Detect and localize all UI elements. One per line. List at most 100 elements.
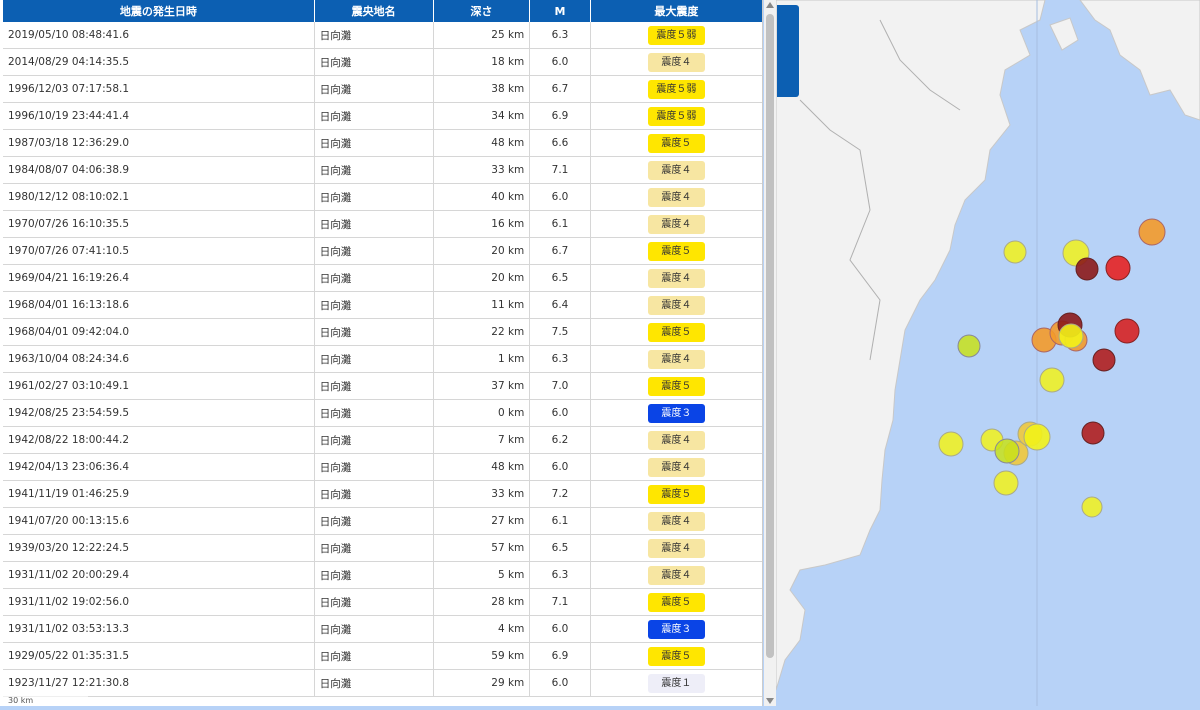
cell-date: 1942/04/13 23:06:36.4 [3,453,315,481]
cell-depth: 22 km [433,318,531,346]
table-row[interactable]: 1987/03/18 12:36:29.0 日向灘 48 km 6.6 震度５ [3,129,762,157]
cell-place: 日向灘 [314,210,434,238]
scroll-up-icon[interactable] [766,2,774,8]
scroll-down-icon[interactable] [766,698,774,704]
table-row[interactable]: 1931/11/02 20:00:29.4 日向灘 5 km 6.3 震度４ [3,561,762,589]
cell-depth: 1 km [433,345,531,373]
intensity-badge: 震度４ [647,268,705,288]
cell-intensity: 震度３ [590,615,762,643]
quake-marker[interactable] [957,334,981,358]
table-row[interactable]: 1931/11/02 03:53:13.3 日向灘 4 km 6.0 震度３ [3,615,762,643]
quake-marker[interactable] [1114,318,1140,344]
cell-place: 日向灘 [314,345,434,373]
quake-marker[interactable] [1081,421,1105,445]
quake-marker[interactable] [1092,348,1116,372]
cell-intensity: 震度５ [590,318,762,346]
cell-place: 日向灘 [314,399,434,427]
cell-magnitude: 6.0 [529,669,591,697]
cell-date: 1980/12/12 08:10:02.1 [3,183,315,211]
cell-date: 1968/04/01 16:13:18.6 [3,291,315,319]
cell-intensity: 震度４ [590,345,762,373]
table-row[interactable]: 1968/04/01 16:13:18.6 日向灘 11 km 6.4 震度４ [3,291,762,319]
table-row[interactable]: 1961/02/27 03:10:49.1 日向灘 37 km 7.0 震度５ [3,372,762,400]
intensity-badge: 震度４ [647,295,705,315]
cell-place: 日向灘 [314,642,434,670]
cell-intensity: 震度４ [590,426,762,454]
scroll-thumb[interactable] [766,14,774,658]
panel-toggle-button[interactable] [777,5,799,97]
quake-marker[interactable] [993,470,1019,496]
intensity-badge: 震度５弱 [647,106,705,126]
quake-marker[interactable] [1058,323,1084,349]
cell-magnitude: 6.3 [529,345,591,373]
table-row[interactable]: 1970/07/26 07:41:10.5 日向灘 20 km 6.7 震度５ [3,237,762,265]
table-row[interactable]: 1931/11/02 19:02:56.0 日向灘 28 km 7.1 震度５ [3,588,762,616]
cell-magnitude: 6.4 [529,291,591,319]
column-header-place[interactable]: 震央地名 [314,0,434,22]
quake-marker[interactable] [1138,218,1166,246]
quake-marker[interactable] [1023,423,1051,451]
column-header-intensity[interactable]: 最大震度 [590,0,762,22]
table-row[interactable]: 2014/08/29 04:14:35.5 日向灘 18 km 6.0 震度４ [3,48,762,76]
intensity-badge: 震度５ [647,133,705,153]
cell-date: 1942/08/22 18:00:44.2 [3,426,315,454]
table-row[interactable]: 1942/04/13 23:06:36.4 日向灘 48 km 6.0 震度４ [3,453,762,481]
intensity-badge: 震度５ [647,592,705,612]
cell-magnitude: 6.0 [529,183,591,211]
cell-place: 日向灘 [314,534,434,562]
table-row[interactable]: 1969/04/21 16:19:26.4 日向灘 20 km 6.5 震度４ [3,264,762,292]
table-row[interactable]: 2019/05/10 08:48:41.6 日向灘 25 km 6.3 震度５弱 [3,22,762,49]
table-row[interactable]: 1942/08/25 23:54:59.5 日向灘 0 km 6.0 震度３ [3,399,762,427]
quake-marker[interactable] [1039,367,1065,393]
cell-date: 1941/11/19 01:46:25.9 [3,480,315,508]
quake-marker[interactable] [1081,496,1103,518]
cell-date: 1970/07/26 07:41:10.5 [3,237,315,265]
quake-marker[interactable] [938,431,964,457]
column-header-depth[interactable]: 深さ [433,0,531,22]
table-row[interactable]: 1923/11/27 12:21:30.8 日向灘 29 km 6.0 震度１ [3,669,762,697]
cell-magnitude: 6.1 [529,210,591,238]
quake-marker[interactable] [1105,255,1131,281]
quake-marker[interactable] [1075,257,1099,281]
cell-place: 日向灘 [314,237,434,265]
table-row[interactable]: 1996/12/03 07:17:58.1 日向灘 38 km 6.7 震度５弱 [3,75,762,103]
cell-date: 1923/11/27 12:21:30.8 [3,669,315,697]
quake-marker[interactable] [1003,240,1027,264]
intensity-badge: 震度４ [647,430,705,450]
cell-date: 1939/03/20 12:22:24.5 [3,534,315,562]
table-row[interactable]: 1939/03/20 12:22:24.5 日向灘 57 km 6.5 震度４ [3,534,762,562]
column-header-magnitude[interactable]: M [529,0,591,22]
cell-date: 1961/02/27 03:10:49.1 [3,372,315,400]
cell-depth: 29 km [433,669,531,697]
intensity-badge: 震度４ [647,187,705,207]
table-row[interactable]: 1941/11/19 01:46:25.9 日向灘 33 km 7.2 震度５ [3,480,762,508]
table-scrollbar[interactable] [764,0,776,706]
cell-depth: 48 km [433,453,531,481]
cell-depth: 40 km [433,183,531,211]
intensity-badge: 震度５ [647,646,705,666]
intensity-badge: 震度５ [647,241,705,261]
table-row[interactable]: 1996/10/19 23:44:41.4 日向灘 34 km 6.9 震度５弱 [3,102,762,130]
cell-place: 日向灘 [314,183,434,211]
cell-magnitude: 6.9 [529,102,591,130]
cell-date: 1984/08/07 04:06:38.9 [3,156,315,184]
column-header-date[interactable]: 地震の発生日時 [3,0,315,22]
cell-depth: 18 km [433,48,531,76]
cell-place: 日向灘 [314,102,434,130]
quake-marker[interactable] [994,438,1020,464]
cell-date: 1969/04/21 16:19:26.4 [3,264,315,292]
table-row[interactable]: 1942/08/22 18:00:44.2 日向灘 7 km 6.2 震度４ [3,426,762,454]
cell-magnitude: 7.5 [529,318,591,346]
table-row[interactable]: 1970/07/26 16:10:35.5 日向灘 16 km 6.1 震度４ [3,210,762,238]
intensity-badge: 震度４ [647,511,705,531]
cell-date: 1931/11/02 20:00:29.4 [3,561,315,589]
table-row[interactable]: 1980/12/12 08:10:02.1 日向灘 40 km 6.0 震度４ [3,183,762,211]
table-row[interactable]: 1984/08/07 04:06:38.9 日向灘 33 km 7.1 震度４ [3,156,762,184]
table-row[interactable]: 1963/10/04 08:24:34.6 日向灘 1 km 6.3 震度４ [3,345,762,373]
cell-depth: 7 km [433,426,531,454]
table-row[interactable]: 1968/04/01 09:42:04.0 日向灘 22 km 7.5 震度５ [3,318,762,346]
cell-intensity: 震度１ [590,669,762,697]
table-row[interactable]: 1929/05/22 01:35:31.5 日向灘 59 km 6.9 震度５ [3,642,762,670]
table-row[interactable]: 1941/07/20 00:13:15.6 日向灘 27 km 6.1 震度４ [3,507,762,535]
cell-depth: 25 km [433,22,531,49]
